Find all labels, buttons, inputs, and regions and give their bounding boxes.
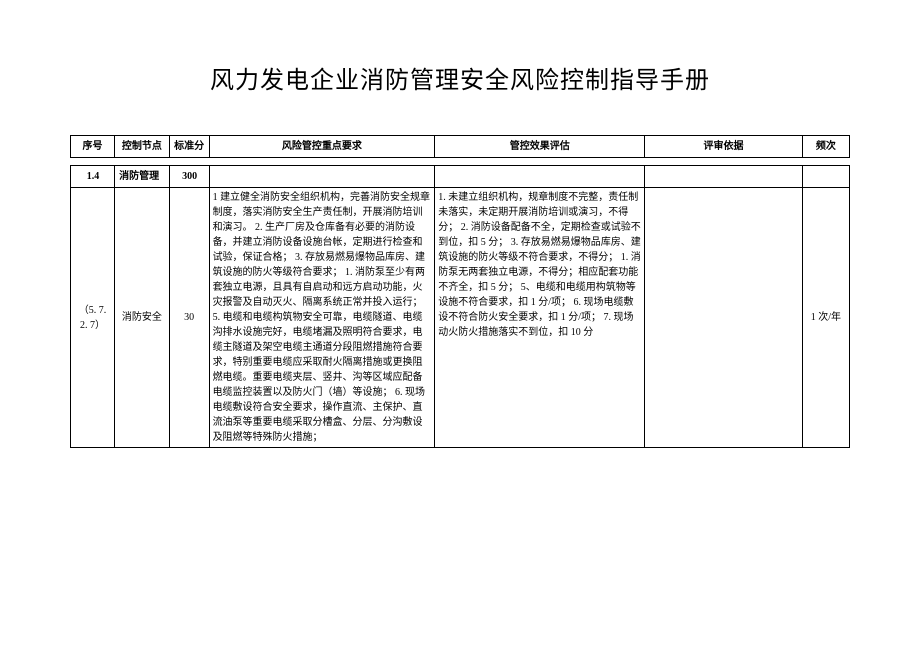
gap-row <box>71 158 850 166</box>
row-freq: 1 次/年 <box>802 188 849 448</box>
section-eval-empty <box>435 166 645 188</box>
header-basis: 评审依据 <box>645 136 802 158</box>
section-score: 300 <box>169 166 209 188</box>
row-req: 1 建立健全消防安全组织机构，完善消防安全规章制度，落实消防安全生产责任制，开展… <box>209 188 435 448</box>
header-req: 风险管控重点要求 <box>209 136 435 158</box>
section-req-empty <box>209 166 435 188</box>
row-score: 30 <box>169 188 209 448</box>
header-eval: 管控效果评估 <box>435 136 645 158</box>
row-idx: （5. 7. 2. 7） <box>71 188 115 448</box>
row-eval: 1. 未建立组织机构，规章制度不完整，责任制未落实，未定期开展消防培训或演习，不… <box>435 188 645 448</box>
page-title: 风力发电企业消防管理安全风险控制指导手册 <box>70 60 850 95</box>
section-basis-empty <box>645 166 802 188</box>
header-freq: 频次 <box>802 136 849 158</box>
table-row: （5. 7. 2. 7） 消防安全 30 1 建立健全消防安全组织机构，完善消防… <box>71 188 850 448</box>
section-row: 1.4 消防管理 300 <box>71 166 850 188</box>
row-basis <box>645 188 802 448</box>
section-node: 消防管理 <box>115 166 170 188</box>
section-freq-empty <box>802 166 849 188</box>
header-node: 控制节点 <box>115 136 170 158</box>
row-node: 消防安全 <box>115 188 170 448</box>
header-idx: 序号 <box>71 136 115 158</box>
risk-control-table: 序号 控制节点 标准分 风险管控重点要求 管控效果评估 评审依据 频次 1.4 … <box>70 135 850 448</box>
header-score: 标准分 <box>169 136 209 158</box>
document-page: 风力发电企业消防管理安全风险控制指导手册 序号 控制节点 标准分 风险管控重点要… <box>0 0 920 468</box>
table-header: 序号 控制节点 标准分 风险管控重点要求 管控效果评估 评审依据 频次 <box>71 136 850 158</box>
section-idx: 1.4 <box>71 166 115 188</box>
